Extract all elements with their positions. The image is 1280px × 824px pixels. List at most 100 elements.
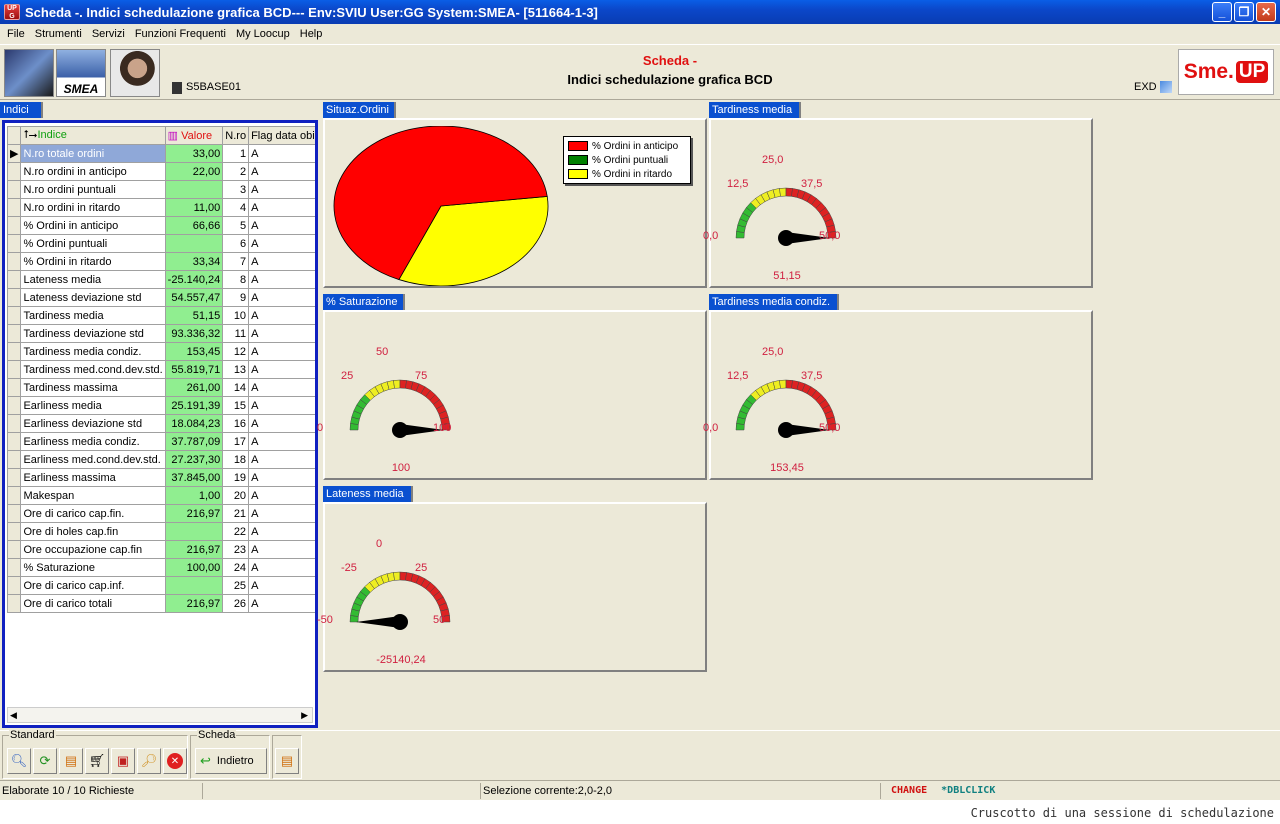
table-row[interactable]: % Ordini puntuali 6 A	[6, 234, 315, 253]
row-selector[interactable]	[6, 378, 22, 397]
table-row[interactable]: Lateness media -25.140,24 8 A	[6, 270, 315, 289]
table-row[interactable]: Tardiness deviazione std 93.336,32 11 A	[6, 324, 315, 343]
row-selector[interactable]	[6, 324, 22, 343]
table-row[interactable]: Earliness media 25.191,39 15 A	[6, 396, 315, 415]
cell-indice[interactable]: Tardiness media condiz.	[20, 342, 166, 361]
cell-valore[interactable]: 51,15	[164, 306, 224, 325]
cell-valore[interactable]: 54.557,47	[164, 288, 224, 307]
cell-flag[interactable]: A	[248, 198, 315, 217]
table-row[interactable]: Ore occupazione cap.fin 216,97 23 A	[6, 540, 315, 559]
cell-flag[interactable]: A	[248, 576, 315, 595]
cell-flag[interactable]: A	[248, 432, 315, 451]
tab-tardiness-media[interactable]: Tardiness media	[709, 102, 801, 118]
close-button[interactable]: ✕	[1256, 2, 1276, 22]
cell-valore[interactable]: 27.237,30	[164, 450, 224, 469]
cell-flag[interactable]: A	[248, 522, 315, 541]
table-row[interactable]: Tardiness med.cond.dev.std. 55.819,71 13 A	[6, 360, 315, 379]
tab-situaz-ordini[interactable]: Situaz.Ordini	[323, 102, 396, 118]
cell-nro[interactable]: 20	[222, 486, 250, 505]
cell-indice[interactable]: Earliness media condiz.	[20, 432, 166, 451]
cell-flag[interactable]: A	[248, 450, 315, 469]
row-selector[interactable]	[6, 432, 22, 451]
cell-indice[interactable]: Earliness deviazione std	[20, 414, 166, 433]
table-row[interactable]: Makespan 1,00 20 A	[6, 486, 315, 505]
cell-indice[interactable]: Lateness media	[20, 270, 166, 289]
cell-nro[interactable]: 5	[222, 216, 250, 235]
cell-valore[interactable]: 37.845,00	[164, 468, 224, 487]
cell-flag[interactable]: A	[248, 414, 315, 433]
cell-indice[interactable]: Earliness massima	[20, 468, 166, 487]
cell-nro[interactable]: 26	[222, 594, 250, 613]
cell-indice[interactable]: % Ordini in ritardo	[20, 252, 166, 271]
cell-nro[interactable]: 2	[222, 162, 250, 181]
cell-flag[interactable]: A	[248, 324, 315, 343]
column-header-nro[interactable]: N.ro	[222, 126, 250, 145]
row-selector[interactable]	[6, 234, 22, 253]
table-row[interactable]: N.ro ordini in ritardo 11,00 4 A	[6, 198, 315, 217]
row-selector[interactable]	[6, 450, 22, 469]
row-selector[interactable]	[6, 360, 22, 379]
cell-nro[interactable]: 22	[222, 522, 250, 541]
cell-nro[interactable]: 7	[222, 252, 250, 271]
cell-flag[interactable]: A	[248, 540, 315, 559]
row-selector[interactable]	[6, 342, 22, 361]
search-button[interactable]: 🔍︎	[7, 748, 31, 774]
horizontal-scrollbar[interactable]: ◀ ▶	[7, 707, 313, 723]
row-selector[interactable]	[6, 198, 22, 217]
table-row[interactable]: Tardiness massima 261,00 14 A	[6, 378, 315, 397]
column-header-indice[interactable]: ⭡⭢Indice	[20, 126, 166, 145]
table-row[interactable]: N.ro ordini puntuali 3 A	[6, 180, 315, 199]
exd-icon[interactable]	[1160, 81, 1172, 93]
cell-flag[interactable]: A	[248, 180, 315, 199]
table-row[interactable]: Tardiness media 51,15 10 A	[6, 306, 315, 325]
cell-valore[interactable]: 55.819,71	[164, 360, 224, 379]
cell-nro[interactable]: 19	[222, 468, 250, 487]
scroll-right-icon[interactable]: ▶	[301, 710, 308, 721]
tab-saturazione[interactable]: % Saturazione	[323, 294, 405, 310]
cell-valore[interactable]: 153,45	[164, 342, 224, 361]
scroll-left-icon[interactable]: ◀	[10, 710, 17, 721]
indietro-button[interactable]: ↩ Indietro	[195, 748, 267, 774]
cell-valore[interactable]: 261,00	[164, 378, 224, 397]
cell-flag[interactable]: A	[248, 162, 315, 181]
row-selector[interactable]	[6, 270, 22, 289]
cell-flag[interactable]: A	[248, 504, 315, 523]
row-selector[interactable]	[6, 306, 22, 325]
row-selector[interactable]	[6, 504, 22, 523]
cell-nro[interactable]: 8	[222, 270, 250, 289]
table-row[interactable]: Ore di carico cap.inf. 25 A	[6, 576, 315, 595]
table-row[interactable]: Earliness massima 37.845,00 19 A	[6, 468, 315, 487]
cell-nro[interactable]: 3	[222, 180, 250, 199]
cell-valore[interactable]: 37.787,09	[164, 432, 224, 451]
row-selector[interactable]	[6, 414, 22, 433]
cell-valore[interactable]	[164, 576, 224, 595]
row-selector[interactable]	[6, 288, 22, 307]
cell-flag[interactable]: A	[248, 252, 315, 271]
menu-strumenti[interactable]: Strumenti	[30, 28, 87, 40]
cell-nro[interactable]: 11	[222, 324, 250, 343]
cell-flag[interactable]: A	[248, 144, 315, 163]
cell-indice[interactable]: Earliness med.cond.dev.std.	[20, 450, 166, 469]
tab-lateness-media[interactable]: Lateness media	[323, 486, 413, 502]
cell-flag[interactable]: A	[248, 486, 315, 505]
cell-nro[interactable]: 12	[222, 342, 250, 361]
table-row[interactable]: Earliness media condiz. 37.787,09 17 A	[6, 432, 315, 451]
row-selector[interactable]	[6, 468, 22, 487]
row-selector[interactable]	[6, 252, 22, 271]
export-button[interactable]: ▤	[59, 748, 83, 774]
cell-flag[interactable]: A	[248, 558, 315, 577]
cell-indice[interactable]: Tardiness massima	[20, 378, 166, 397]
cell-indice[interactable]: Ore di holes cap.fin	[20, 522, 166, 541]
table-row[interactable]: Earliness deviazione std 18.084,23 16 A	[6, 414, 315, 433]
cell-flag[interactable]: A	[248, 360, 315, 379]
cell-nro[interactable]: 9	[222, 288, 250, 307]
table-row[interactable]: % Ordini in anticipo 66,66 5 A	[6, 216, 315, 235]
cell-indice[interactable]: Tardiness med.cond.dev.std.	[20, 360, 166, 379]
row-selector[interactable]	[6, 216, 22, 235]
cell-valore[interactable]: 22,00	[164, 162, 224, 181]
cell-valore[interactable]: 1,00	[164, 486, 224, 505]
zoom-button[interactable]: 🔎︎	[137, 748, 161, 774]
cell-valore[interactable]: 33,00	[164, 144, 224, 163]
cell-valore[interactable]: 25.191,39	[164, 396, 224, 415]
menu-funzioni-frequenti[interactable]: Funzioni Frequenti	[130, 28, 231, 40]
